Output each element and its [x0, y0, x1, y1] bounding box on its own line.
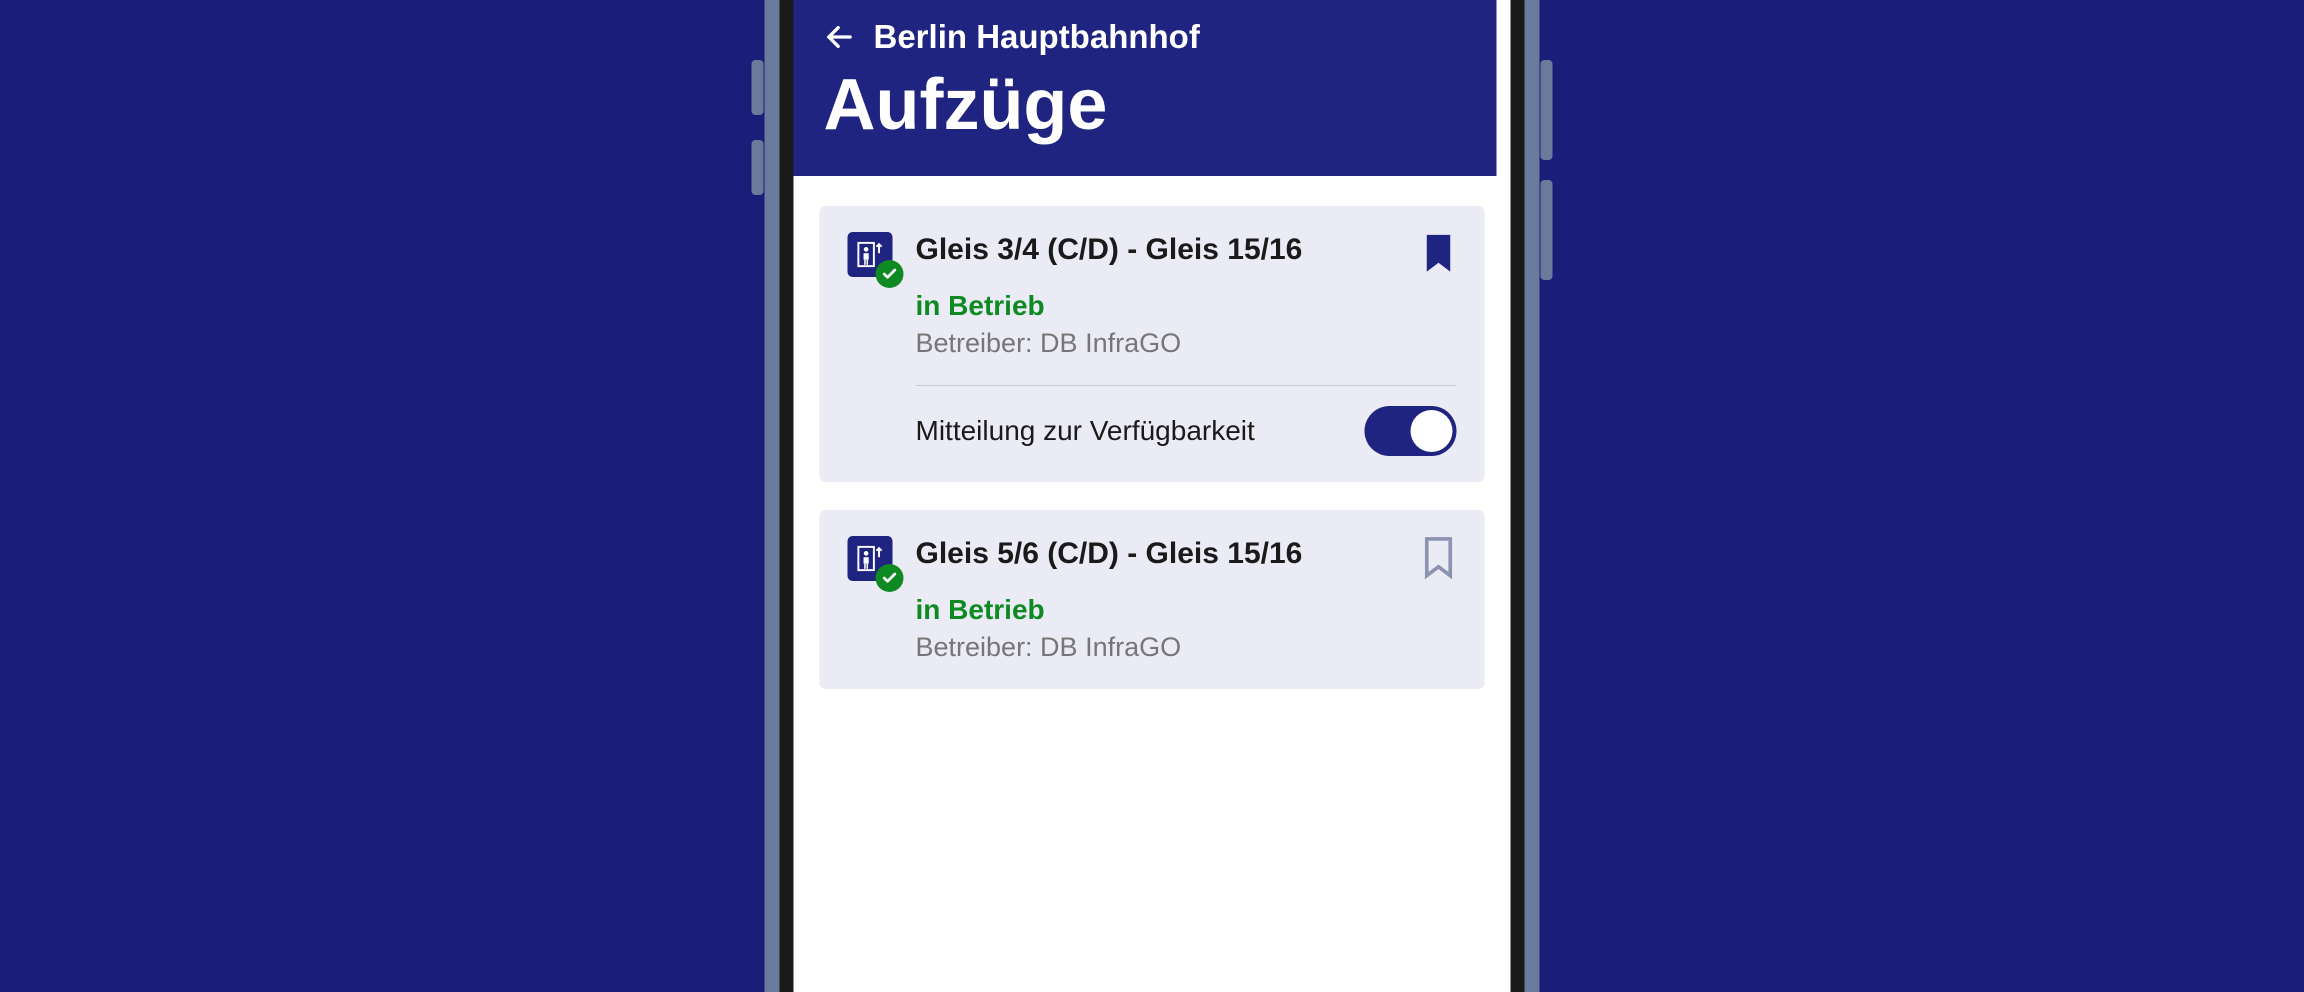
elevator-title: Gleis 5/6 (C/D) - Gleis 15/16: [916, 536, 1401, 572]
content-area: Gleis 3/4 (C/D) - Gleis 15/16 in Betrieb…: [794, 176, 1511, 747]
toggle-label: Mitteilung zur Verfügbarkeit: [916, 415, 1255, 447]
app-header: Berlin Hauptbahnhof Aufzüge: [794, 0, 1497, 176]
header-top-row: Berlin Hauptbahnhof: [824, 18, 1467, 56]
elevator-icon-wrap: [848, 232, 896, 280]
arrow-left-icon: [824, 21, 856, 53]
elevator-icon-wrap: [848, 536, 896, 584]
location-name: Berlin Hauptbahnhof: [874, 18, 1200, 56]
notification-toggle[interactable]: [1365, 406, 1457, 456]
status-text: in Betrieb: [916, 594, 1401, 626]
phone-screen: Berlin Hauptbahnhof Aufzüge: [794, 0, 1511, 992]
toggle-thumb: [1411, 410, 1453, 452]
card-info: Gleis 3/4 (C/D) - Gleis 15/16 in Betrieb…: [916, 232, 1401, 359]
notification-toggle-row: Mitteilung zur Verfügbarkeit: [848, 406, 1457, 456]
bookmark-button[interactable]: [1421, 536, 1457, 585]
phone-side-button: [1541, 60, 1553, 160]
phone-side-button: [1541, 180, 1553, 280]
card-top-row: Gleis 3/4 (C/D) - Gleis 15/16 in Betrieb…: [848, 232, 1457, 359]
card-divider: [916, 385, 1457, 386]
bookmark-button[interactable]: [1421, 232, 1457, 281]
status-check-icon: [876, 260, 904, 288]
card-top-row: Gleis 5/6 (C/D) - Gleis 15/16 in Betrieb…: [848, 536, 1457, 663]
status-text: in Betrieb: [916, 290, 1401, 322]
phone-frame: Berlin Hauptbahnhof Aufzüge: [765, 0, 1540, 992]
phone-side-button: [752, 60, 764, 115]
elevator-card[interactable]: Gleis 5/6 (C/D) - Gleis 15/16 in Betrieb…: [820, 510, 1485, 689]
card-info: Gleis 5/6 (C/D) - Gleis 15/16 in Betrieb…: [916, 536, 1401, 663]
operator-text: Betreiber: DB InfraGO: [916, 328, 1401, 359]
elevator-title: Gleis 3/4 (C/D) - Gleis 15/16: [916, 232, 1401, 268]
bookmark-outline-icon: [1421, 536, 1457, 580]
page-title: Aufzüge: [824, 64, 1467, 146]
bookmark-filled-icon: [1421, 232, 1457, 276]
phone-side-button: [752, 140, 764, 195]
status-check-icon: [876, 564, 904, 592]
operator-text: Betreiber: DB InfraGO: [916, 632, 1401, 663]
back-button[interactable]: [824, 21, 856, 53]
elevator-card[interactable]: Gleis 3/4 (C/D) - Gleis 15/16 in Betrieb…: [820, 206, 1485, 482]
